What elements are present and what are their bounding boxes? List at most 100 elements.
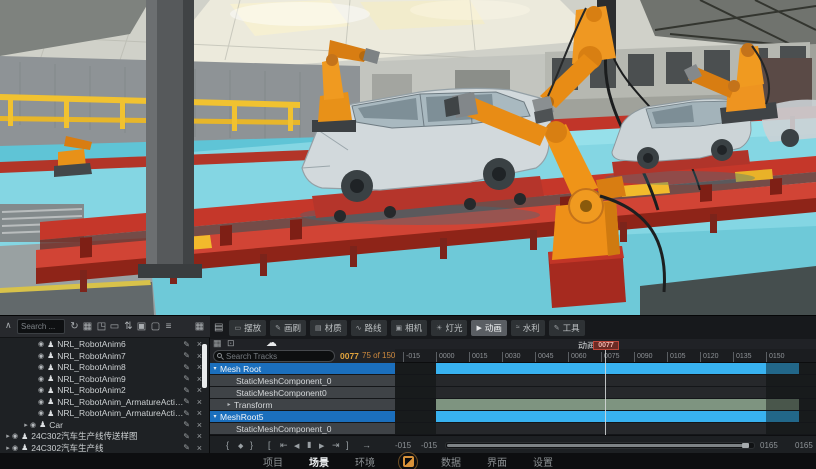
tree-row[interactable]: ◉♟NRL_RobotAnim_ArmatureAction_2 ✎×: [0, 396, 210, 408]
ruler-tick: 0090: [634, 352, 653, 362]
edit-icon[interactable]: ✎: [183, 340, 190, 349]
tab-water[interactable]: ≈水利: [511, 320, 545, 336]
appbar-item-settings[interactable]: 设置: [533, 454, 553, 469]
viewport-3d-scene[interactable]: [0, 0, 816, 315]
step-back-button[interactable]: ◀: [294, 441, 299, 453]
transform-section-bar[interactable]: [436, 399, 799, 410]
swap-icon[interactable]: ⇅: [122, 319, 135, 334]
tab-route[interactable]: ∿路线: [351, 320, 387, 336]
track-row[interactable]: StaticMeshComponent0: [210, 387, 816, 399]
timeline-grid-icon[interactable]: ▦: [213, 338, 222, 349]
close-icon[interactable]: ×: [197, 431, 202, 441]
close-icon[interactable]: ×: [197, 397, 202, 407]
list-view-icon[interactable]: ≡: [162, 319, 175, 334]
timeline-scrollbar[interactable]: [445, 442, 755, 449]
prev-key-button[interactable]: {: [226, 439, 229, 451]
edit-icon[interactable]: ✎: [183, 420, 190, 429]
expand-arrow-icon[interactable]: ▸: [22, 421, 30, 429]
tree-row[interactable]: ◉♟NRL_RobotAnim8 ✎×: [0, 361, 210, 373]
hierarchy-scrollbar[interactable]: [202, 344, 207, 388]
tab-light[interactable]: ☀灯光: [431, 320, 467, 336]
work-range-end[interactable]: 0165: [760, 441, 778, 450]
edit-icon[interactable]: ✎: [183, 432, 190, 441]
edit-icon[interactable]: ✎: [183, 363, 190, 372]
tab-material[interactable]: ▤材质: [310, 320, 347, 336]
tab-brush[interactable]: ✎画刷: [270, 320, 306, 336]
next-key-button[interactable]: }: [250, 439, 253, 451]
hierarchy-search-input[interactable]: [17, 319, 65, 334]
eye-icon[interactable]: ◉: [38, 409, 44, 417]
grid-icon[interactable]: ▦: [81, 319, 94, 334]
appbar-item-scene[interactable]: 场景: [309, 454, 329, 469]
appbar-item-interface[interactable]: 界面: [487, 454, 507, 469]
eye-icon[interactable]: ◉: [12, 444, 18, 452]
open-external-icon[interactable]: ⊡: [227, 338, 235, 349]
tree-row[interactable]: ◉♟NRL_RobotAnim2 ✎×: [0, 384, 210, 396]
step-forward-button[interactable]: ▶: [319, 441, 324, 453]
edit-icon[interactable]: ✎: [183, 443, 190, 452]
close-icon[interactable]: ×: [197, 420, 202, 430]
playhead-line[interactable]: [605, 349, 606, 435]
playhead-marker[interactable]: 0077: [593, 341, 619, 350]
tree-row[interactable]: ◉♟NRL_RobotAnim9 ✎×: [0, 373, 210, 385]
appbar-item-project[interactable]: 项目: [263, 454, 283, 469]
eye-icon[interactable]: ◉: [30, 421, 36, 429]
animation-section-bar[interactable]: [436, 411, 799, 422]
tree-row[interactable]: ◉♟NRL_RobotAnim7 ✎×: [0, 350, 210, 362]
go-to-start-button[interactable]: ⇤: [280, 439, 288, 451]
eye-icon[interactable]: ◉: [38, 398, 44, 406]
panel-grid-icon[interactable]: ▦: [193, 319, 206, 334]
tree-row[interactable]: ◉♟NRL_RobotAnim_ArmatureAction2 ✎×: [0, 407, 210, 419]
view-range-start[interactable]: -015: [395, 441, 411, 450]
eye-icon[interactable]: ◉: [38, 375, 44, 383]
view-range-end[interactable]: 0165: [795, 441, 813, 450]
eye-icon[interactable]: ◉: [38, 386, 44, 394]
add-key-button[interactable]: ◆: [238, 441, 243, 453]
edit-icon[interactable]: ✎: [183, 386, 190, 395]
close-icon[interactable]: ×: [197, 408, 202, 418]
track-row[interactable]: StaticMeshComponent_0: [210, 423, 816, 435]
tree-row[interactable]: ◉♟NRL_RobotAnim6 ✎×: [0, 338, 210, 350]
track-row[interactable]: StaticMeshComponent_0: [210, 375, 816, 387]
expand-arrow-icon[interactable]: ▸: [4, 432, 12, 440]
eye-icon[interactable]: ◉: [38, 340, 44, 348]
track-row[interactable]: ▾MeshRoot5: [210, 411, 816, 423]
tree-row[interactable]: ▸◉♟24C302汽车生产线 ✎×: [0, 442, 210, 454]
eye-icon[interactable]: ◉: [12, 432, 18, 440]
collapse-panel-icon[interactable]: ∧: [5, 320, 12, 331]
track-row[interactable]: ▾Mesh Root: [210, 363, 816, 375]
chevron-right-icon[interactable]: ▸: [224, 401, 234, 408]
go-to-end-button[interactable]: ⇥: [332, 439, 340, 451]
tab-place[interactable]: ▭摆放: [229, 320, 266, 336]
tab-animation[interactable]: ▶动画: [471, 320, 506, 336]
animation-section-bar[interactable]: [436, 363, 799, 374]
eye-icon[interactable]: ◉: [38, 352, 44, 360]
tree-row[interactable]: ▸◉♟24C302汽车生产线传送样图 ✎×: [0, 430, 210, 442]
close-icon[interactable]: ×: [197, 443, 202, 453]
menu-icon[interactable]: ▤: [214, 322, 223, 333]
tab-tools[interactable]: ✎工具: [549, 320, 585, 336]
work-range-start[interactable]: -015: [421, 441, 437, 450]
chevron-down-icon[interactable]: ▾: [210, 413, 220, 420]
frame-select-icon[interactable]: ◳: [95, 319, 108, 334]
folder-icon[interactable]: ▭: [108, 319, 121, 334]
play-button[interactable]: ▮: [307, 439, 311, 451]
track-search-input[interactable]: [213, 350, 335, 362]
new-box-icon[interactable]: ▢: [149, 319, 162, 334]
chevron-down-icon[interactable]: ▾: [210, 365, 220, 372]
edit-icon[interactable]: ✎: [183, 397, 190, 406]
edit-icon[interactable]: ✎: [183, 409, 190, 418]
duplicate-icon[interactable]: ▣: [135, 319, 148, 334]
loop-button[interactable]: →: [362, 439, 371, 451]
app-logo[interactable]: [398, 452, 418, 469]
eye-icon[interactable]: ◉: [38, 363, 44, 371]
appbar-item-environment[interactable]: 环境: [355, 454, 375, 469]
tree-row[interactable]: ▸◉♟Car ✎×: [0, 419, 210, 431]
expand-arrow-icon[interactable]: ▸: [4, 444, 12, 452]
edit-icon[interactable]: ✎: [183, 351, 190, 360]
sync-icon[interactable]: ↻: [68, 319, 81, 334]
edit-icon[interactable]: ✎: [183, 374, 190, 383]
appbar-item-data[interactable]: 数据: [441, 454, 461, 469]
tab-camera[interactable]: ▣相机: [391, 320, 428, 336]
track-row[interactable]: ▸Transform: [210, 399, 816, 411]
